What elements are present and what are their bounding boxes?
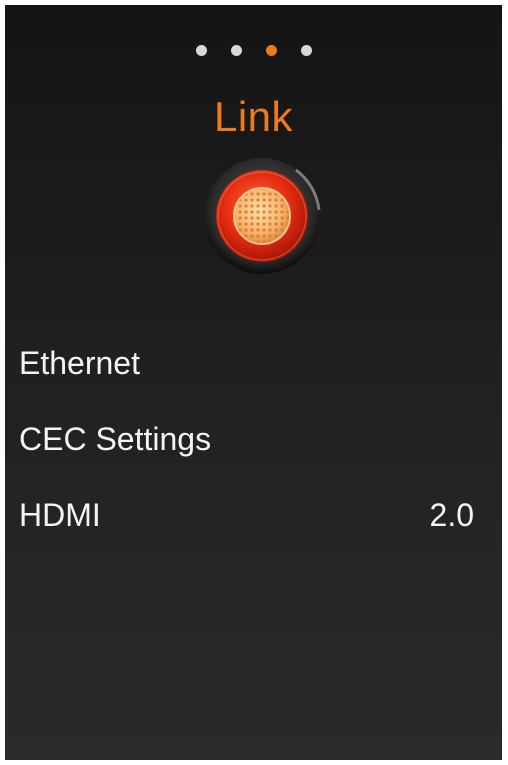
hdmi-version-value: 2.0: [429, 496, 474, 533]
page-dot-4[interactable]: [300, 45, 312, 56]
menu-item-cec-settings[interactable]: CEC Settings: [5, 401, 502, 477]
menu-item-ethernet[interactable]: Ethernet: [5, 325, 502, 401]
menu-item-hdmi[interactable]: HDMI 2.0: [5, 477, 502, 553]
menu-item-label: Ethernet: [19, 344, 140, 381]
menu-item-label: HDMI: [19, 496, 101, 533]
page-dot-2[interactable]: [230, 45, 242, 56]
page-dot-1[interactable]: [195, 45, 207, 56]
page-title: Link: [213, 93, 294, 140]
cable-connector-icon: [204, 158, 321, 274]
page-dot-3-active[interactable]: [265, 45, 277, 56]
settings-menu: Ethernet CEC Settings HDMI 2.0: [5, 325, 502, 553]
page-indicator[interactable]: [5, 45, 502, 56]
settings-screen: Link Ethernet CEC Settings HDMI 2.0: [5, 5, 502, 760]
menu-item-label: CEC Settings: [19, 420, 212, 457]
